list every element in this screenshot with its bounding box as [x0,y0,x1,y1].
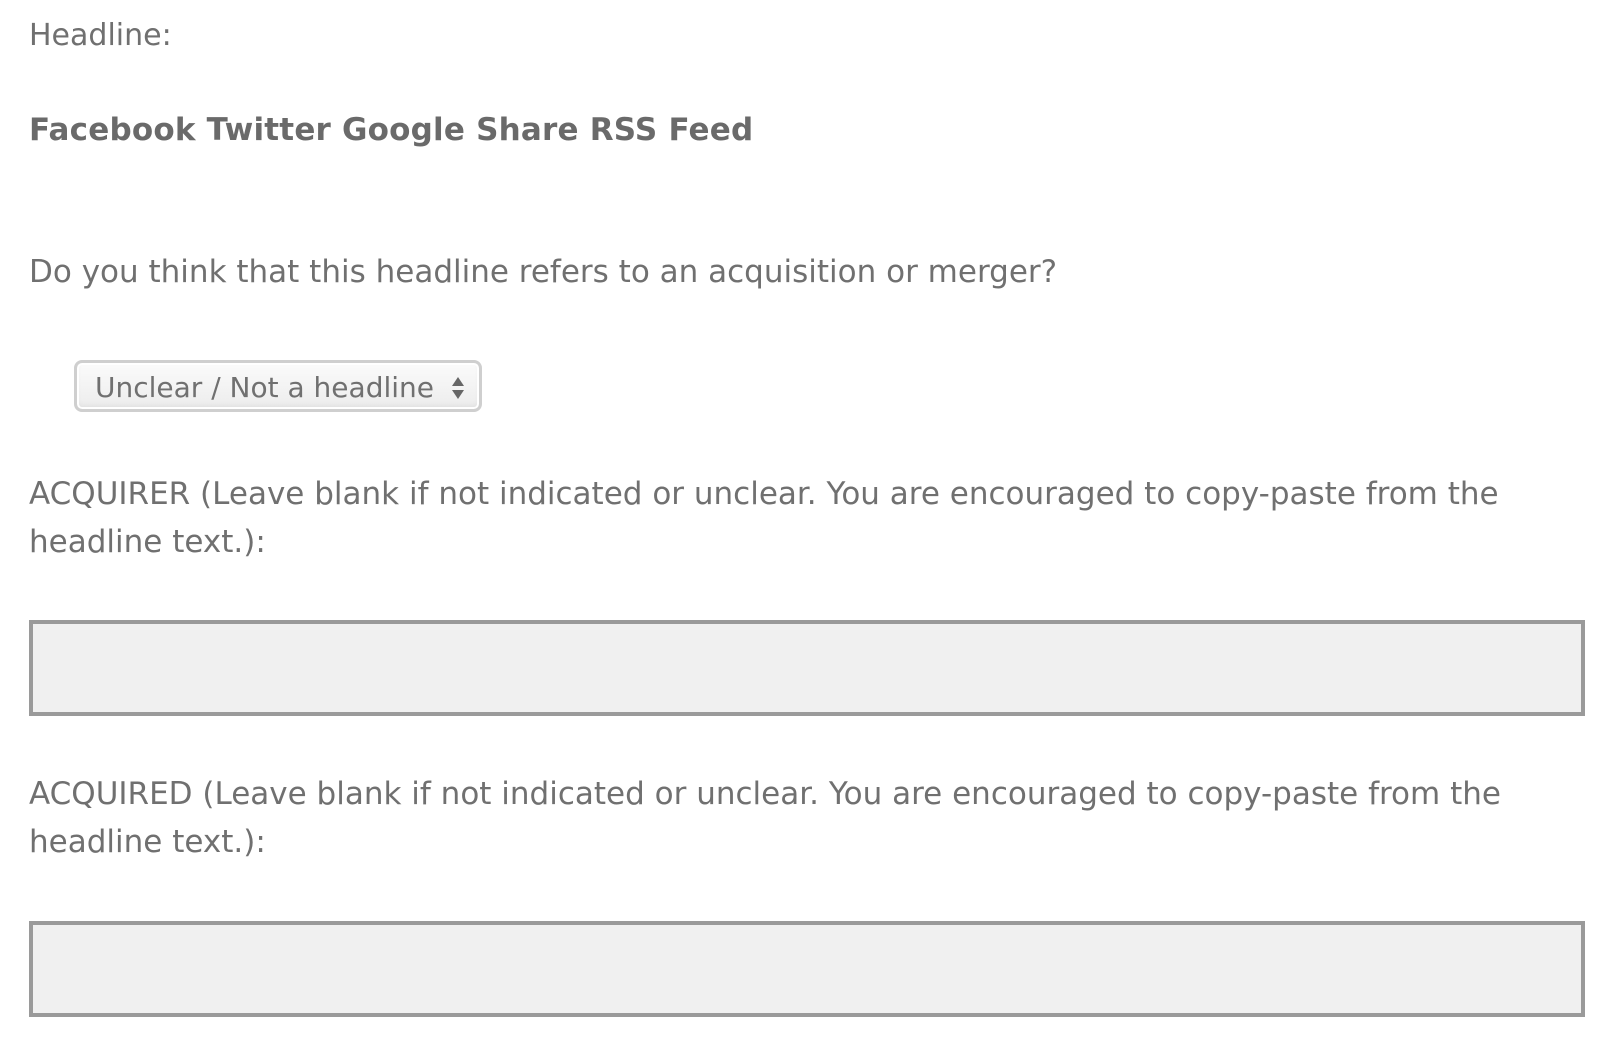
acquirer-input[interactable] [29,620,1585,716]
up-down-chevron-icon [451,375,465,401]
merger-question: Do you think that this headline refers t… [29,254,1058,290]
select-selected-value: Unclear / Not a headline [95,371,434,404]
acquirer-label: ACQUIRER (Leave blank if not indicated o… [29,476,1499,560]
acquired-input[interactable] [29,921,1585,1017]
headline-text: Facebook Twitter Google Share RSS Feed [29,112,754,148]
merger-answer-select[interactable]: Unclear / Not a headline [74,360,482,412]
acquired-label: ACQUIRED (Leave blank if not indicated o… [29,776,1501,860]
headline-label: Headline: [29,18,172,53]
